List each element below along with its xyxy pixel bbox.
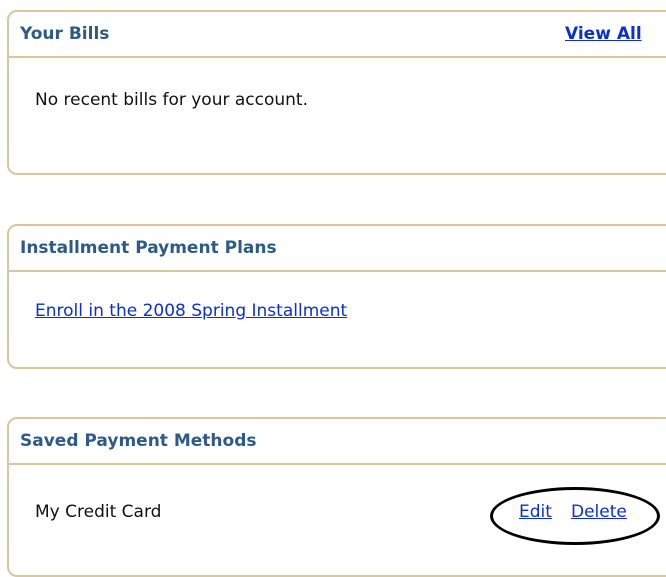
- delete-payment-method-link[interactable]: Delete: [571, 502, 627, 522]
- no-bills-message: No recent bills for your account.: [35, 90, 309, 110]
- saved-payment-methods-title: Saved Payment Methods: [20, 431, 257, 451]
- your-bills-header: Your Bills View All: [9, 12, 666, 58]
- enroll-installment-link[interactable]: Enroll in the 2008 Spring Installment: [35, 301, 347, 321]
- edit-payment-method-link[interactable]: Edit: [519, 502, 552, 522]
- view-all-bills-link[interactable]: View All: [565, 24, 642, 44]
- installment-plans-header: Installment Payment Plans: [9, 226, 666, 272]
- saved-payment-methods-panel: Saved Payment Methods My Credit Card Edi…: [7, 417, 666, 577]
- saved-payment-methods-header: Saved Payment Methods: [9, 419, 666, 465]
- installment-plans-title: Installment Payment Plans: [20, 238, 277, 258]
- your-bills-panel: Your Bills View All No recent bills for …: [7, 10, 666, 175]
- your-bills-title: Your Bills: [20, 24, 110, 44]
- installment-plans-panel: Installment Payment Plans Enroll in the …: [7, 224, 666, 369]
- payment-method-label: My Credit Card: [35, 502, 162, 522]
